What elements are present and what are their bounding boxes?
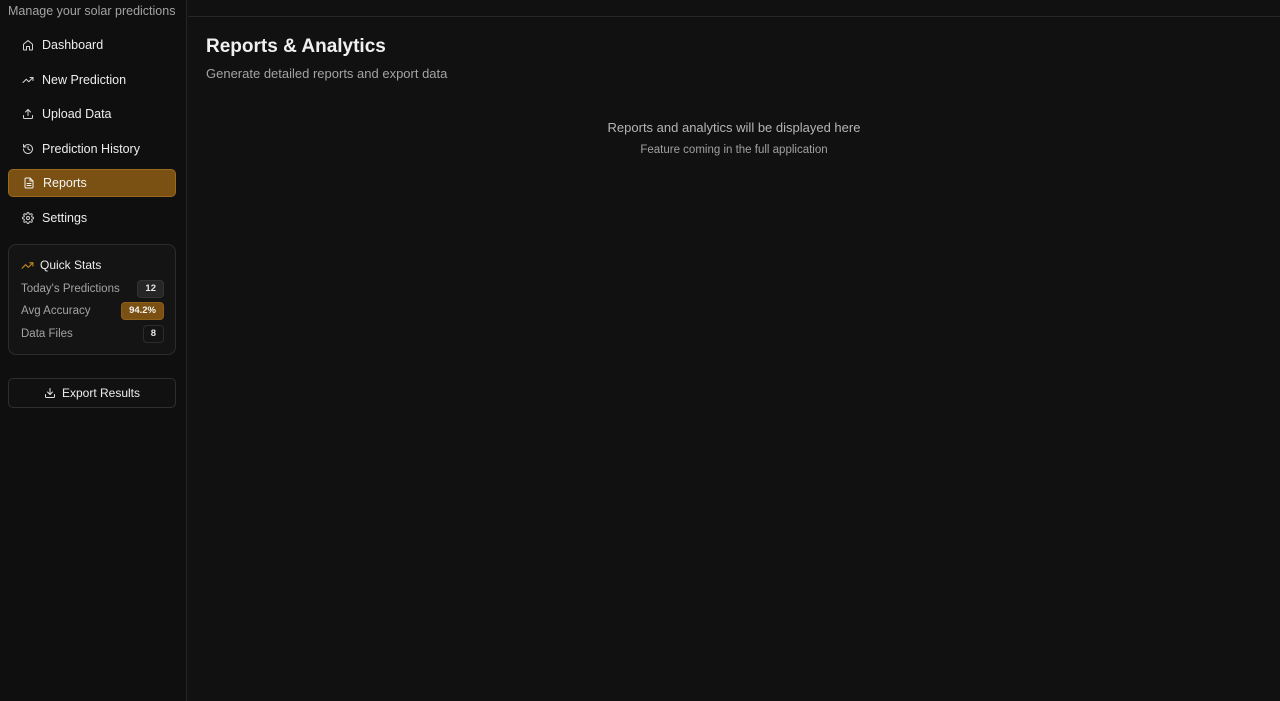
sidebar-item-label: Upload Data [42,107,112,121]
sidebar-item-prediction-history[interactable]: Prediction History [8,135,176,163]
trending-up-icon [21,259,34,272]
placeholder-text: Reports and analytics will be displayed … [607,120,861,135]
sidebar-item-label: Prediction History [42,141,140,156]
sidebar-item-dashboard[interactable]: Dashboard [8,31,176,59]
export-results-label: Export Results [61,386,141,400]
quick-stats-card: Quick Stats Today's Predictions 12 Avg A… [8,244,176,355]
sidebar-item-label: New Prediction [42,72,127,87]
trending-up-icon [21,73,34,86]
page-title: Reports & Analytics [206,36,386,57]
sidebar-subtitle: Manage your solar predictions [8,4,176,18]
page-subtitle: Generate detailed reports and export dat… [206,66,448,81]
sidebar-item-label: Reports [43,176,87,190]
stat-row-data-files: Data Files 8 [21,325,164,343]
sidebar-nav: Dashboard New Prediction Upload Data Pre… [8,31,176,238]
placeholder-subtext: Feature coming in the full application [640,144,828,156]
download-icon [44,387,56,399]
stat-row-todays-predictions: Today's Predictions 12 [21,280,164,298]
sidebar-item-label: Dashboard [42,38,104,52]
export-results-button[interactable]: Export Results [8,378,176,408]
app: Manage your solar predictions Dashboard … [0,0,1280,701]
sidebar-item-upload-data[interactable]: Upload Data [8,100,176,128]
stat-label: Today's Predictions [21,283,120,295]
sidebar-item-settings[interactable]: Settings [8,204,176,232]
stat-label: Avg Accuracy [21,305,91,317]
home-icon [21,39,34,52]
history-icon [21,142,34,155]
stat-label: Data Files [21,328,73,340]
upload-icon [21,108,34,121]
stat-badge: 8 [142,325,164,343]
gear-icon [21,211,34,224]
stat-badge: 94.2% [121,302,164,320]
stat-row-avg-accuracy: Avg Accuracy 94.2% [21,302,164,320]
sidebar-item-reports[interactable]: Reports [8,169,176,197]
sidebar: Manage your solar predictions Dashboard … [0,0,187,701]
sidebar-item-new-prediction[interactable]: New Prediction [8,66,176,94]
sidebar-item-label: Settings [42,210,88,225]
quick-stats-header: Quick Stats [21,258,101,272]
quick-stats-title: Quick Stats [40,258,102,272]
top-bar [188,0,1280,17]
file-text-icon [22,177,35,190]
stat-badge: 12 [137,280,164,298]
